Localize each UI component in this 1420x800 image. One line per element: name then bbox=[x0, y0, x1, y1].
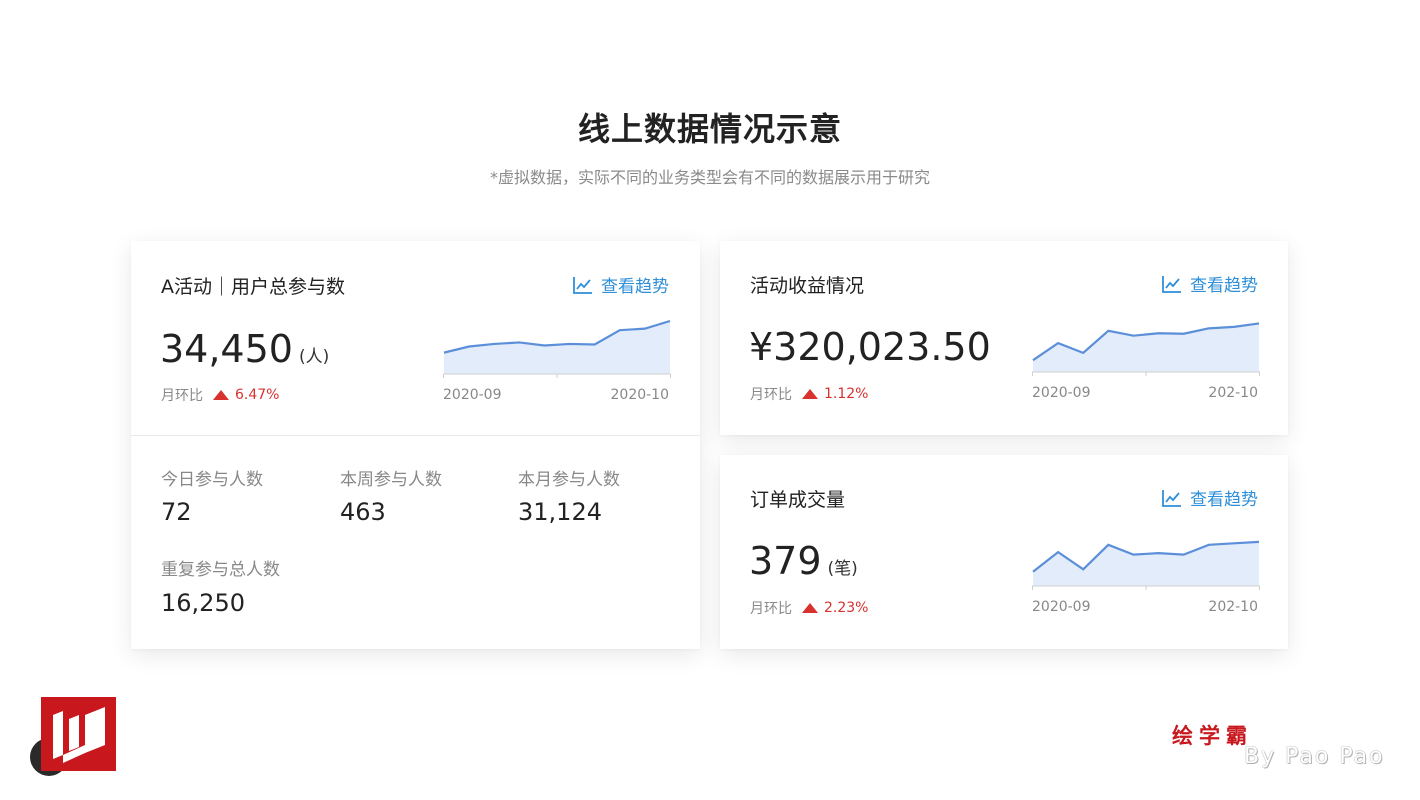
stat-today-label: 今日参与人数 bbox=[161, 470, 263, 490]
trend-chart-icon bbox=[1162, 275, 1181, 293]
mom-label: 月环比 bbox=[161, 388, 203, 404]
mom-label: 月环比 bbox=[750, 387, 792, 403]
x-axis-start: 2020-09 bbox=[1032, 385, 1091, 401]
card-activity-participants: A活动｜用户总参与数 查看趋势 34,450 (人) 月环比 6.47% 2020… bbox=[131, 241, 700, 649]
x-axis-start: 2020-09 bbox=[1032, 599, 1091, 615]
value-unit: (笔) bbox=[827, 559, 858, 579]
order-volume-value: 379 (笔) bbox=[749, 539, 858, 583]
mom-percent: 2.23% bbox=[824, 600, 869, 616]
view-trend-link[interactable]: 查看趋势 bbox=[1162, 485, 1258, 510]
brand-name: 绘学霸 bbox=[1172, 724, 1253, 748]
value-number: 34,450 bbox=[160, 327, 293, 371]
brand-logo-icon bbox=[41, 697, 116, 771]
sparkline-chart bbox=[1032, 322, 1260, 376]
stat-month-value: 31,124 bbox=[518, 498, 602, 526]
card-divider bbox=[131, 435, 700, 436]
trend-chart-icon bbox=[1162, 489, 1181, 507]
up-arrow-icon bbox=[802, 389, 818, 399]
sparkline-area bbox=[1033, 541, 1259, 586]
stat-repeat-value: 16,250 bbox=[161, 589, 245, 617]
card-title: A活动｜用户总参与数 bbox=[161, 276, 345, 298]
value-unit: (人) bbox=[298, 347, 330, 367]
sparkline-chart bbox=[443, 319, 671, 378]
trend-chart-icon bbox=[573, 276, 592, 294]
stat-month-label: 本月参与人数 bbox=[518, 470, 620, 490]
stat-week-label: 本周参与人数 bbox=[340, 470, 442, 490]
up-arrow-icon bbox=[802, 603, 818, 613]
view-trend-link[interactable]: 查看趋势 bbox=[573, 272, 669, 297]
view-trend-link[interactable]: 查看趋势 bbox=[1162, 271, 1258, 296]
up-arrow-icon bbox=[213, 390, 229, 400]
page-subtitle: *虚拟数据，实际不同的业务类型会有不同的数据展示用于研究 bbox=[489, 168, 930, 187]
view-trend-label: 查看趋势 bbox=[1190, 490, 1258, 510]
card-order-volume: 订单成交量 查看趋势 379 (笔) 月环比 2.23% 2020-09 202-… bbox=[720, 455, 1288, 649]
x-axis-end: 2020-10 bbox=[610, 387, 670, 403]
value-number: 379 bbox=[749, 539, 822, 583]
x-axis-end: 202-10 bbox=[1208, 599, 1258, 615]
revenue-value: ¥320,023.50 bbox=[749, 325, 991, 369]
view-trend-label: 查看趋势 bbox=[1190, 276, 1258, 296]
stat-repeat-label: 重复参与总人数 bbox=[161, 560, 280, 580]
card-activity-revenue: 活动收益情况 查看趋势 ¥320,023.50 月环比 1.12% 2020-0… bbox=[720, 241, 1288, 435]
view-trend-label: 查看趋势 bbox=[601, 277, 669, 297]
month-over-month: 月环比 2.23% bbox=[750, 598, 868, 618]
x-axis-end: 202-10 bbox=[1208, 385, 1258, 401]
card-title: 活动收益情况 bbox=[750, 275, 865, 297]
author-byline: By Pao Pao bbox=[1244, 744, 1385, 769]
stat-week-value: 463 bbox=[340, 498, 386, 526]
page-title: 线上数据情况示意 bbox=[577, 110, 842, 148]
month-over-month: 月环比 6.47% bbox=[161, 385, 279, 405]
mom-percent: 6.47% bbox=[235, 387, 280, 403]
month-over-month: 月环比 1.12% bbox=[750, 384, 868, 404]
x-axis-start: 2020-09 bbox=[443, 387, 502, 403]
sparkline-chart bbox=[1032, 540, 1260, 590]
mom-percent: 1.12% bbox=[824, 386, 869, 402]
card-title: 订单成交量 bbox=[750, 489, 846, 511]
sparkline-area bbox=[1033, 323, 1259, 372]
mom-label: 月环比 bbox=[750, 601, 792, 617]
stat-today-value: 72 bbox=[161, 498, 192, 526]
total-participants-value: 34,450 (人) bbox=[160, 327, 329, 371]
